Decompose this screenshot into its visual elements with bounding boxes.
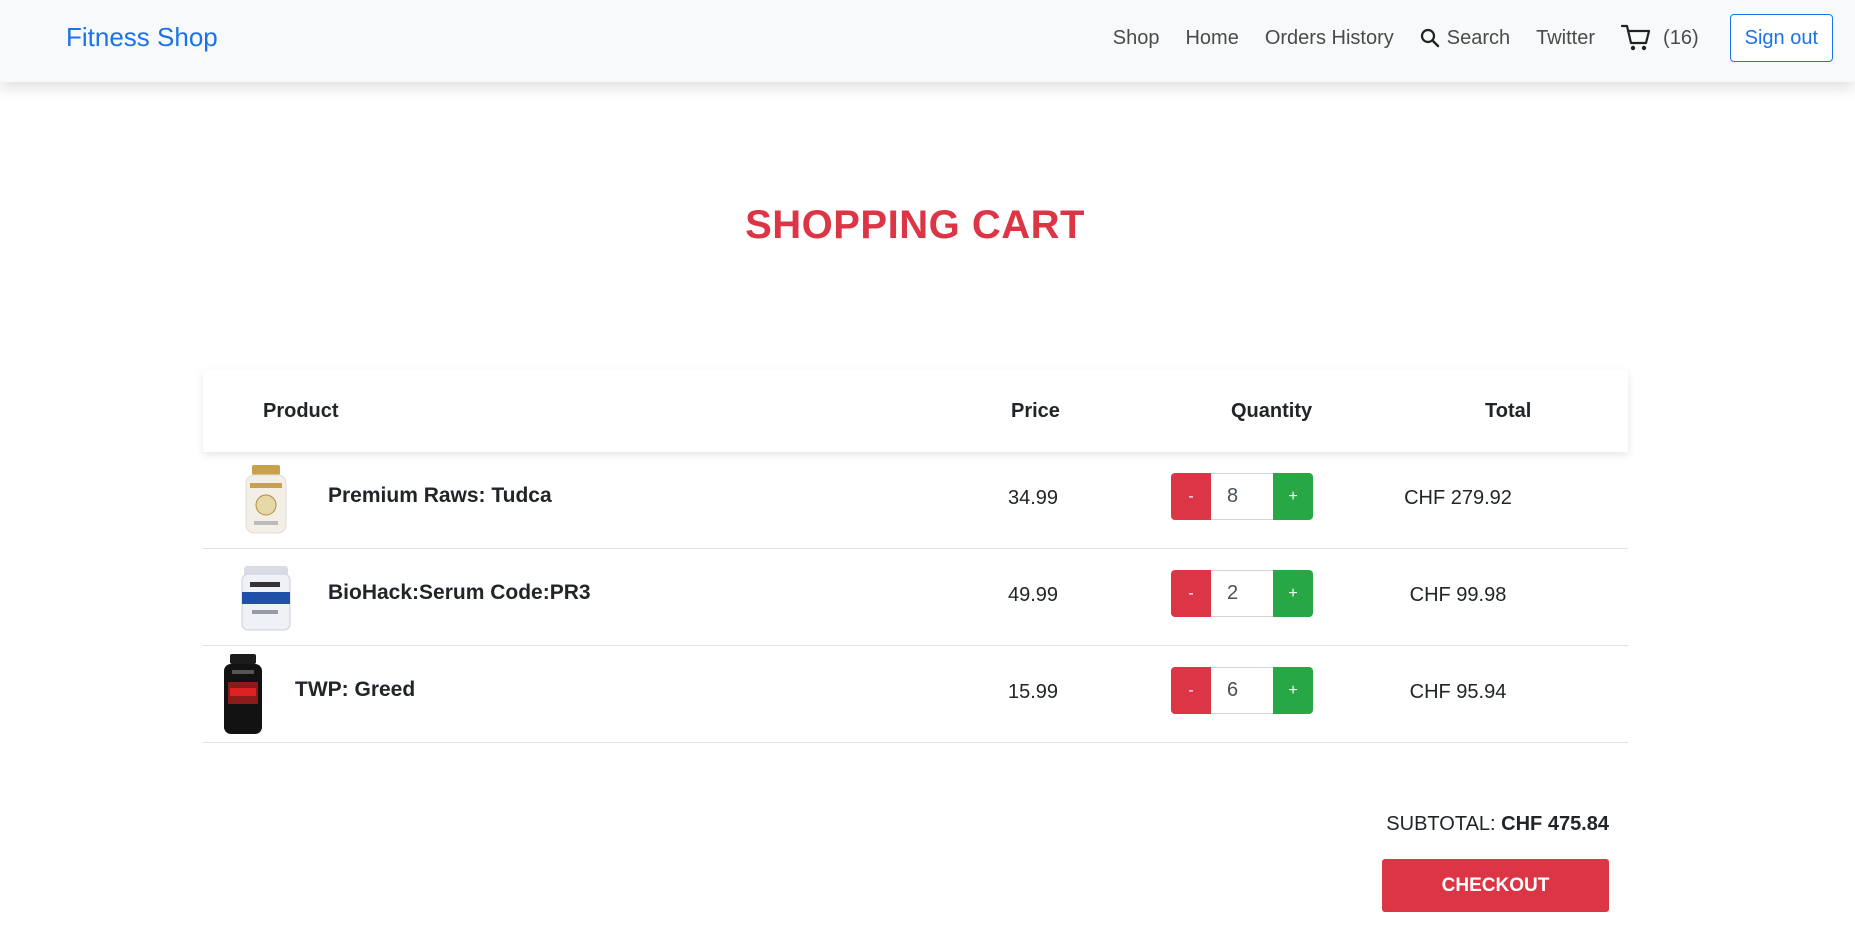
- table-row: BioHack:Serum Code:PR3 49.99 - + CHF 99.…: [203, 549, 1628, 646]
- nav-search-label: Search: [1446, 26, 1511, 49]
- table-header: Product Price Quantity Total: [203, 370, 1628, 452]
- sign-out-button[interactable]: Sign out: [1729, 14, 1833, 62]
- navbar: Fitness Shop Shop Home Orders History Se…: [0, 0, 1855, 82]
- product-name[interactable]: TWP: Greed: [295, 678, 415, 702]
- cart-table: Product Price Quantity Total Premium Raw…: [203, 370, 1628, 743]
- supplement-bottle-black-icon: [224, 654, 262, 734]
- header-quantity: Quantity: [1231, 399, 1313, 422]
- subtotal-value: CHF 475.84: [1501, 813, 1609, 835]
- nav-orders-history-link[interactable]: Orders History: [1265, 27, 1394, 50]
- decrease-quantity-button[interactable]: -: [1171, 473, 1211, 520]
- quantity-input[interactable]: [1211, 570, 1273, 617]
- supplement-tub-blue-icon: [241, 566, 291, 631]
- nav-search-link[interactable]: Search: [1420, 27, 1510, 50]
- quantity-stepper: - +: [1171, 570, 1313, 617]
- nav-links: Shop Home Orders History Search Twitter …: [1113, 0, 1833, 76]
- subtotal: SUBTOTAL: CHF 475.84: [1386, 813, 1609, 836]
- supplement-bottle-gold-icon: [245, 465, 287, 534]
- product-price: 49.99: [1007, 584, 1059, 606]
- quantity-stepper: - +: [1171, 667, 1313, 714]
- increase-quantity-button[interactable]: +: [1273, 667, 1313, 714]
- decrease-quantity-button[interactable]: -: [1171, 667, 1211, 714]
- header-price: Price: [1011, 399, 1060, 422]
- nav-home-link[interactable]: Home: [1185, 27, 1238, 50]
- search-icon: [1420, 28, 1440, 48]
- nav-shop-link[interactable]: Shop: [1113, 27, 1160, 50]
- table-row: TWP: Greed 15.99 - + CHF 95.94: [203, 646, 1628, 743]
- subtotal-label: SUBTOTAL:: [1386, 813, 1496, 835]
- product-image[interactable]: [233, 463, 299, 539]
- nav-twitter-link[interactable]: Twitter: [1536, 27, 1595, 50]
- product-price: 34.99: [1007, 487, 1059, 509]
- product-price: 15.99: [1007, 681, 1059, 703]
- product-name[interactable]: Premium Raws: Tudca: [328, 484, 552, 508]
- header-product: Product: [263, 399, 339, 422]
- product-image[interactable]: [218, 654, 268, 734]
- product-name[interactable]: BioHack:Serum Code:PR3: [328, 581, 591, 605]
- row-total: CHF 279.92: [1404, 487, 1512, 509]
- checkout-button[interactable]: CHECKOUT: [1382, 859, 1609, 912]
- increase-quantity-button[interactable]: +: [1273, 570, 1313, 617]
- row-total: CHF 99.98: [1409, 584, 1507, 606]
- row-total: CHF 95.94: [1409, 681, 1507, 703]
- quantity-input[interactable]: [1211, 667, 1273, 714]
- increase-quantity-button[interactable]: +: [1273, 473, 1313, 520]
- shopping-cart-icon: [1621, 24, 1651, 52]
- page-title: SHOPPING CART: [745, 203, 1085, 247]
- quantity-stepper: - +: [1171, 473, 1313, 520]
- brand-link[interactable]: Fitness Shop: [66, 22, 218, 53]
- header-total: Total: [1485, 399, 1532, 422]
- quantity-input[interactable]: [1211, 473, 1273, 520]
- table-row: Premium Raws: Tudca 34.99 - + CHF 279.92: [203, 452, 1628, 549]
- nav-cart-link[interactable]: (16): [1621, 24, 1699, 52]
- cart-count-badge: (16): [1663, 26, 1699, 49]
- decrease-quantity-button[interactable]: -: [1171, 570, 1211, 617]
- product-image[interactable]: [233, 560, 299, 636]
